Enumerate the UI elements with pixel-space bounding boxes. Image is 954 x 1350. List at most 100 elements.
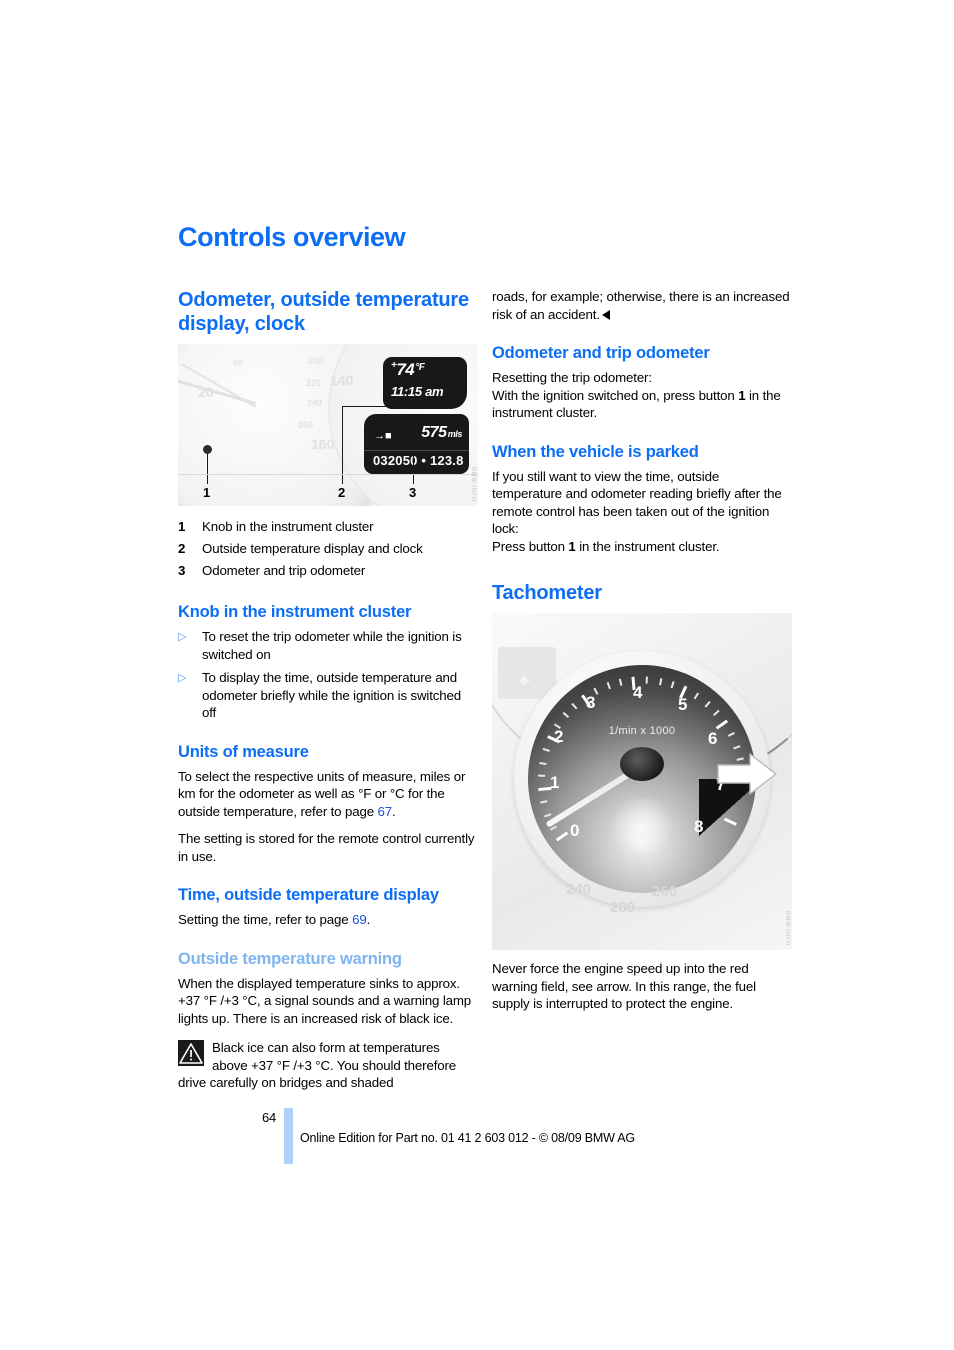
- speedo-tick-label: 240: [307, 398, 323, 408]
- knob-function-list: ▷ To reset the trip odometer while the i…: [178, 628, 478, 722]
- page-reference-link[interactable]: 69: [352, 912, 367, 927]
- tach-scale-number: 4: [633, 683, 643, 702]
- section-heading-time: Time, outside temperature display: [178, 886, 439, 904]
- tachometer-caption: Never force the engine speed up into the…: [492, 961, 756, 1011]
- figure-legend-list: 1 Knob in the instrument cluster 2 Outsi…: [178, 516, 478, 582]
- tach-scale-number: 2: [554, 727, 564, 746]
- instrument-cluster-figure: 20 60 200 220 240 260 140 160 1 +74°F 11…: [178, 344, 478, 506]
- legend-text: Knob in the instrument cluster: [202, 519, 374, 534]
- outside-temperature-value: +74°F: [391, 360, 425, 380]
- safety-note: Black ice can also form at temperatures …: [178, 1039, 478, 1092]
- speedo-tick-label: 160: [311, 436, 335, 452]
- bullet-text: To reset the trip odometer while the ign…: [202, 629, 462, 662]
- legend-text: Outside temperature display and clock: [202, 541, 423, 556]
- triangle-bullet-icon: ▷: [178, 672, 187, 684]
- manual-page: Controls overview Controls overview Odom…: [0, 0, 954, 1350]
- callout-leader-2-horizontal: [342, 406, 386, 407]
- figure-baseline: [178, 474, 478, 475]
- speedo-tick-label: 140: [330, 372, 354, 388]
- legend-number: 2: [178, 541, 186, 556]
- dial-reflection: [607, 797, 677, 856]
- safety-note-text: Black ice can also form at temperatures …: [178, 1040, 457, 1090]
- lcd-divider: [364, 450, 469, 451]
- units-storage-paragraph: The setting is stored for the remote con…: [178, 831, 475, 864]
- time-text: Setting the time, refer to page: [178, 912, 353, 927]
- parked-text-a: Press button: [492, 538, 569, 554]
- tachometer-unit-label: 1/min x 1000: [608, 725, 676, 737]
- tach-scale-number: 6: [708, 729, 718, 748]
- reset-text-a: With the ignition switched on, press but…: [492, 387, 739, 403]
- temp-warning-paragraph: When the displayed temperature sinks to …: [178, 975, 472, 1026]
- reset-knob: [203, 445, 212, 454]
- temp-unit: °F: [415, 362, 425, 373]
- fuel-range-icon: →■: [374, 430, 392, 442]
- list-item: ▷ To reset the trip odometer while the i…: [178, 628, 478, 663]
- section-heading-units: Units of measure: [178, 742, 309, 761]
- tach-scale-number: 1: [550, 773, 560, 792]
- legend-number: 3: [178, 563, 186, 578]
- section-heading-parked: When the vehicle is parked: [492, 442, 699, 461]
- list-item: ▷ To display the time, outside temperatu…: [178, 669, 478, 722]
- speedo-tick-label: 220: [306, 378, 322, 388]
- left-column: Odometer, outside temperature display, c…: [178, 288, 478, 1092]
- page-number: 64: [262, 1110, 277, 1125]
- time-text-end: .: [366, 912, 371, 927]
- list-item: 3 Odometer and trip odometer: [178, 560, 478, 582]
- units-text: To select the respective units of measur…: [178, 768, 466, 819]
- temp-number: 74: [396, 360, 415, 379]
- legend-number: 1: [178, 519, 186, 534]
- odometer-display: →■ 575mls 032050 • 123.8: [364, 414, 469, 474]
- note-continued-text: roads, for example; otherwise, there is …: [492, 289, 790, 322]
- tach-scale-number: 0: [570, 821, 580, 840]
- footer-edition-text: Online Edition for Part no. 01 41 2 603 …: [300, 1131, 635, 1145]
- speedo-tick-label: 60: [233, 358, 244, 368]
- callout-number-1: 1: [203, 485, 211, 500]
- page-title: Controls overview: [178, 222, 406, 252]
- range-unit: mls: [447, 429, 463, 439]
- warning-triangle-icon: [178, 1040, 204, 1066]
- section-heading-odometer-trip: Odometer and trip odometer: [492, 344, 710, 362]
- list-item: 2 Outside temperature display and clock: [178, 538, 478, 560]
- triangle-bullet-icon: ▷: [178, 631, 187, 643]
- callout-number-2: 2: [338, 485, 346, 500]
- temperature-clock-display: +74°F 11:15 am: [383, 357, 467, 409]
- units-text-end: .: [392, 803, 396, 819]
- units-paragraph: To select the respective units of measur…: [178, 768, 478, 821]
- ghost-scale-number: 240: [566, 881, 592, 898]
- button-number-reference: 1: [568, 538, 576, 554]
- note-end-marker-icon: [601, 309, 610, 320]
- time-paragraph: Setting the time, refer to page 69.: [178, 911, 478, 929]
- section-heading-knob: Knob in the instrument cluster: [178, 603, 412, 621]
- white-arrow-icon: [716, 751, 778, 802]
- legend-text: Odometer and trip odometer: [202, 563, 366, 578]
- figure-watermark: BMW-INFO: [784, 911, 790, 946]
- range-value: 575mls: [421, 424, 463, 441]
- page-reference-link[interactable]: 67: [378, 804, 393, 819]
- section-heading-temp-warning: Outside temperature warning: [178, 949, 402, 968]
- ghost-scale-number: 260: [652, 883, 678, 900]
- tachometer-figure: ✦ 1/min x 1000 0 1 2 3 4 5 6 7 8 240 260…: [492, 613, 792, 950]
- footer-accent-bar: [284, 1108, 293, 1164]
- parked-text-c: in the instrument cluster.: [575, 538, 720, 554]
- bullet-text: To display the time, outside temperature…: [202, 670, 462, 720]
- tach-scale-number: 3: [586, 693, 596, 712]
- parked-instruction: Press button 1 in the instrument cluster…: [492, 538, 792, 556]
- callout-leader-2: [342, 406, 343, 484]
- needle-hub: [620, 747, 664, 781]
- tach-scale-number: 5: [678, 695, 688, 714]
- callout-leader-3: [413, 456, 414, 484]
- reset-instruction-line2: With the ignition switched on, press but…: [492, 387, 792, 422]
- safety-note-continuation: roads, for example; otherwise, there is …: [492, 288, 792, 323]
- list-item: 1 Knob in the instrument cluster: [178, 516, 478, 538]
- speedo-tick-label: 260: [298, 420, 314, 430]
- reset-instruction-line1: Resetting the trip odometer:: [492, 370, 652, 385]
- ghost-scale-number: 280: [610, 899, 636, 916]
- clock-value: 11:15 am: [391, 384, 444, 399]
- figure-watermark: BMW-INFO: [470, 467, 476, 502]
- tach-scale-number: 8: [694, 817, 704, 836]
- odometer-value: 032050 • 123.8: [373, 453, 464, 468]
- star-icon: ✦: [516, 671, 533, 693]
- callout-number-3: 3: [409, 485, 417, 500]
- speedo-tick-label: 200: [308, 356, 324, 366]
- parked-paragraph: If you still want to view the time, outs…: [492, 468, 782, 537]
